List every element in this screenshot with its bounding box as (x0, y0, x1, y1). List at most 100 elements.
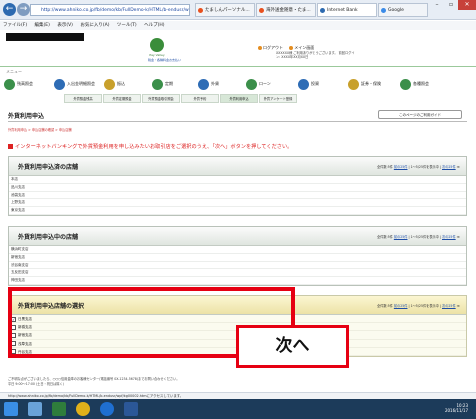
nav-item-2[interactable]: 振込 (104, 75, 125, 93)
explorer-icon[interactable] (28, 402, 42, 416)
logout-link[interactable]: ログアウト (263, 45, 283, 50)
branch-row: 新宿支店 (9, 254, 466, 262)
nav-item-1[interactable]: 入出金明細照会 (54, 75, 95, 93)
clock: 10:23 2016/11/17 (445, 403, 468, 413)
breadcrumb: 外貨利用申込 > 申込店舗の確認 > 申込店舗 (8, 128, 72, 132)
browser-titlebar: ← → http://www.ahniko.co.jp/fb/demo/kb/F… (0, 0, 476, 20)
menu-view[interactable]: 表示(V) (57, 23, 73, 28)
nav-label: 証券・保険 (361, 81, 381, 86)
browser-menubar: ファイル(F) 編集(E) 表示(V) お気に入り(A) ツール(T) ヘルプ(… (0, 21, 476, 30)
nav-icon (104, 78, 115, 90)
nav-icon (198, 78, 209, 90)
nav-label: 入出金明細照会 (67, 81, 95, 86)
tab-favicon-icon (259, 8, 264, 13)
clock-date: 2016/11/17 (444, 408, 468, 413)
nav-icon (298, 78, 309, 90)
menu-edit[interactable]: 編集(E) (35, 23, 50, 28)
nav-icon (152, 78, 163, 90)
back-icon[interactable]: ← (3, 3, 16, 16)
panel-paging: 全件数:5件 前の25件 | 1〜5/25件を表示中 | 次の25件 ≫ (376, 165, 460, 169)
nav-item-5[interactable]: ローン (246, 75, 271, 93)
logo-subtitle[interactable]: 税金・各種料金お支払い (148, 58, 181, 62)
title-divider (8, 121, 467, 122)
nav-icon (246, 78, 257, 90)
logo-text: Pay Valley (149, 53, 165, 57)
nav-label: 定期 (165, 81, 173, 86)
nav-item-7[interactable]: 証券・保険 (348, 75, 381, 93)
tab-3[interactable]: Internet Bank (317, 3, 377, 17)
range-text: 1〜5/25件を表示中 (410, 235, 439, 239)
prev-page-link[interactable]: 前の25件 (394, 165, 408, 169)
count-value: 5件 (387, 235, 393, 239)
page-title: 外貨利用申込 (8, 113, 45, 120)
logo-icon (150, 38, 164, 52)
app-icon[interactable] (52, 402, 66, 416)
nav-icon (348, 78, 359, 90)
next-page-link[interactable]: 次の25件 (442, 304, 456, 308)
count-value: 5件 (387, 304, 393, 308)
subnav-item-2[interactable]: 外貨預金取引照会 (142, 94, 180, 103)
main-screen-icon (289, 46, 294, 50)
range-text: 1〜5/25件を表示中 (410, 165, 439, 169)
branch-row: 東京支店 (9, 207, 466, 215)
subnav-item-0[interactable]: 外貨預金残高 (64, 94, 102, 103)
branch-row: 上野支店 (9, 199, 466, 208)
main-nav: 残高照会 入出金明細照会 振込 定期 外貨 ローン 投資 証券・保険 各種照会 (2, 75, 474, 93)
tab-favicon-icon (381, 8, 386, 13)
nav-label: 振込 (117, 81, 125, 86)
panel-paging: 全件数:5件 前の25件 | 1〜5/25件を表示中 | 次の25件 ≫ (376, 235, 460, 239)
branch-row: 渋谷南支店 (9, 262, 466, 270)
subnav-item-4[interactable]: 外貨利用申込 (220, 94, 258, 103)
next-page-link[interactable]: 次の25件 (442, 235, 456, 239)
count-label: 全件数: (376, 235, 388, 239)
nav-item-0[interactable]: 残高照会 (4, 75, 33, 93)
branch-row: 横浜町支店 (9, 246, 466, 254)
usage-guide-button[interactable]: このページのご利用ガイド (378, 110, 462, 119)
start-icon[interactable] (4, 402, 18, 416)
footer-line-2: 平日 9:00〜17:00 (土日・祝日は除く) (8, 381, 64, 386)
ie-icon[interactable] (100, 402, 114, 416)
nav-item-6[interactable]: 投資 (298, 75, 319, 93)
branch-row: 五反田支店 (9, 269, 466, 278)
panel-title: 外貨利用申込中の店舗 (18, 234, 79, 241)
branch-row: 本店 (9, 176, 466, 184)
nav-icon (54, 78, 65, 90)
tab-favicon-icon (198, 8, 203, 13)
nav-item-4[interactable]: 外貨 (198, 75, 219, 93)
subnav-item-3[interactable]: 外貨予約 (181, 94, 219, 103)
tab-favicon-icon (320, 8, 325, 13)
login-info: XXXXXX様 ご利用ありがとうございます。 前回ログイン: XXXX年XX月X… (276, 51, 355, 59)
prev-page-link[interactable]: 前の25件 (394, 304, 408, 308)
close-button[interactable]: ✕ (458, 0, 476, 10)
menu-file[interactable]: ファイル(F) (3, 23, 27, 28)
footer: ご不明な点がございましたら、○○○信用金庫のお客様センター(電話番号 0X-12… (8, 377, 467, 386)
taskbar: 10:23 2016/11/17 (0, 399, 476, 419)
menu-help[interactable]: ヘルプ(H) (144, 23, 164, 28)
tab-4[interactable]: Google (378, 3, 428, 17)
menu-tools[interactable]: ツール(T) (117, 23, 137, 28)
chrome-icon[interactable] (76, 402, 90, 416)
nav-item-8[interactable]: 各種照会 (400, 75, 429, 93)
minimize-button[interactable]: – (430, 0, 444, 10)
maximize-button[interactable]: ▫ (444, 0, 458, 10)
panel-title: 外貨利用申込済の店舗 (18, 164, 79, 171)
tab-1[interactable]: たましんパーソナル... (195, 3, 255, 17)
next-button[interactable]: 次へ (236, 325, 349, 368)
nav-item-3[interactable]: 定期 (152, 75, 173, 93)
menu-favorites[interactable]: お気に入り(A) (80, 23, 109, 28)
prev-page-link[interactable]: 前の25件 (394, 235, 408, 239)
header-divider (0, 66, 476, 67)
subnav-item-5[interactable]: 外貨アンケート登録 (259, 94, 297, 103)
count-label: 全件数: (376, 304, 388, 308)
tab-2[interactable]: 海外送金随意・たま... (256, 3, 316, 17)
applying-branches-panel: 外貨利用申込中の店舗 全件数:5件 前の25件 | 1〜5/25件を表示中 | 次… (8, 226, 467, 286)
nav-label: ローン (259, 81, 271, 86)
word-icon[interactable] (124, 402, 138, 416)
next-page-link[interactable]: 次の25件 (442, 165, 456, 169)
forward-icon[interactable]: → (17, 3, 30, 16)
nav-icon (4, 78, 15, 90)
applied-branches-panel: 外貨利用申込済の店舗 全件数:5件 前の25件 | 1〜5/25件を表示中 | 次… (8, 156, 467, 216)
address-bar[interactable]: http://www.ahniko.co.jp/fb/demo/kb/FullD… (30, 4, 190, 16)
subnav-item-1[interactable]: 外貨定期預金 (103, 94, 141, 103)
main-screen-link[interactable]: メイン画面 (294, 45, 314, 50)
